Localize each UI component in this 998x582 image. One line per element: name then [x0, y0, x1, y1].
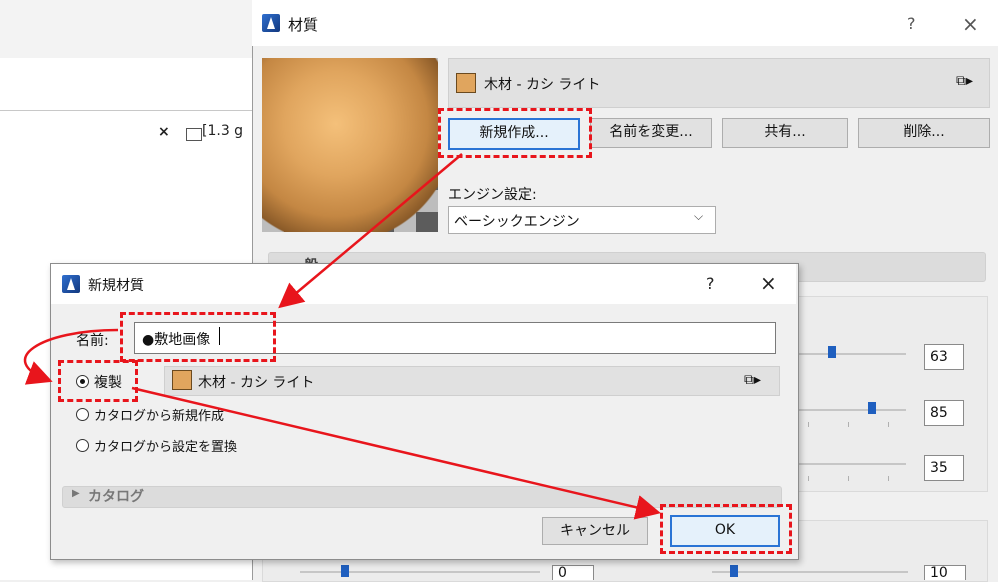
annotation-arrows	[23, 153, 661, 520]
arrow-name-to-duplicate	[23, 328, 119, 385]
arrow-new-to-dialog	[278, 153, 463, 309]
arrow-duplicate-to-ok	[131, 386, 661, 520]
